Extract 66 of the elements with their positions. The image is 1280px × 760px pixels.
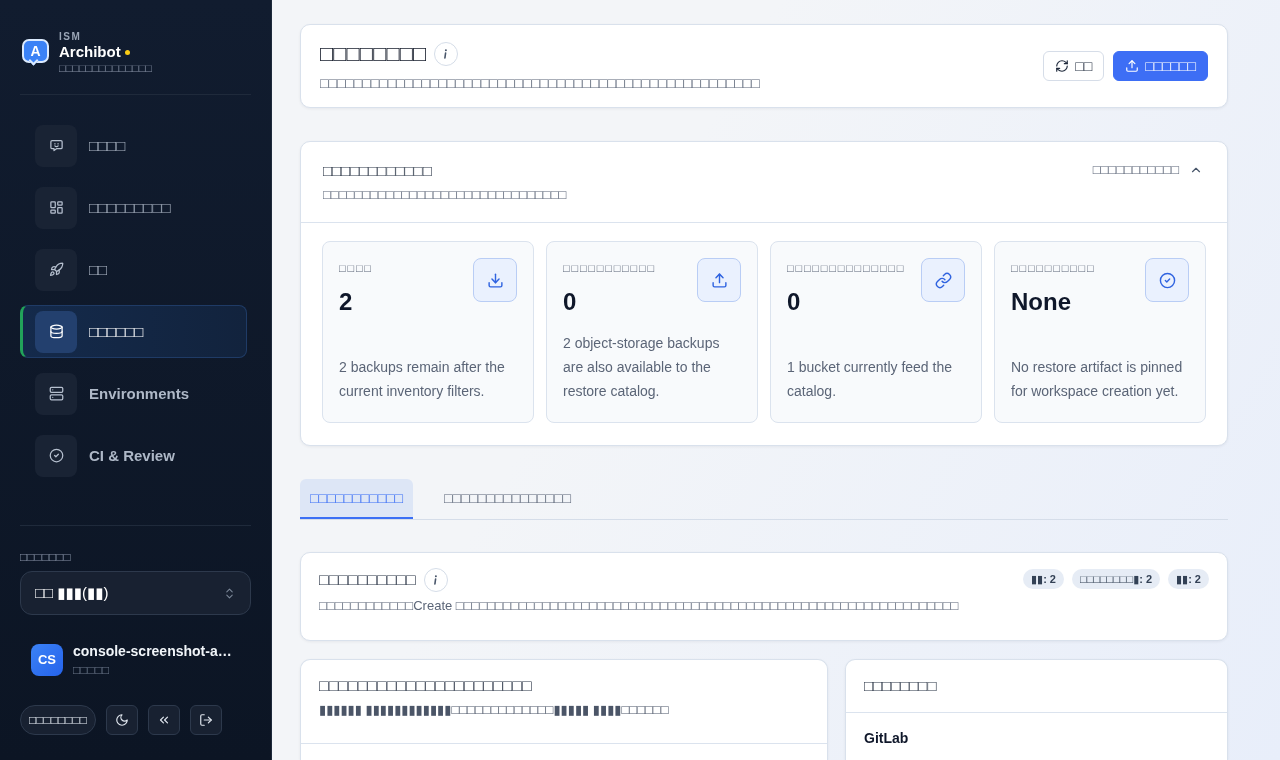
stat-label: □□□□: [339, 261, 373, 275]
chevrons-up-down-icon: [223, 586, 236, 600]
count-badge: □□□□□□□□▮: 2: [1072, 569, 1161, 589]
chat-icon: [35, 124, 77, 167]
stat-description: 2 object-storage backups are also available to the restore catalog.: [563, 334, 721, 401]
grid-icon: [35, 186, 77, 229]
status-dot-icon: [124, 49, 130, 55]
panel-title: □□□□□□□□□□□□□□□□□□□□□□: [319, 676, 532, 696]
link-icon: [921, 258, 965, 302]
source-name: GitLab: [864, 730, 909, 746]
page-title: □□□□□□□□: [320, 40, 427, 68]
collapse-toggle[interactable]: □□□□□□□□□□□: [1092, 161, 1203, 179]
stat-description: 1 bucket currently feed the catalog.: [787, 358, 953, 401]
upload-icon: [1125, 59, 1140, 73]
theme-button[interactable]: [106, 705, 138, 735]
refresh-icon: [1055, 59, 1070, 73]
workspace-select[interactable]: □□ ▮▮▮(▮▮): [20, 571, 251, 615]
panel-subtitle: ▮▮▮▮▮▮ ▮▮▮▮▮▮▮▮▮▮▮▮□□□□□□□□□□□□□▮▮▮▮▮ ▮▮▮▮□□□□□□: [319, 701, 669, 719]
nav-item[interactable]: □□□□□□□□□: [20, 181, 247, 234]
brand-name: Archibot: [59, 43, 121, 61]
brand-tagline: □□□□□□□□□□□□□□: [59, 61, 153, 75]
app-logo: A: [22, 38, 49, 68]
collapse-sidebar-button[interactable]: [148, 705, 180, 735]
stat-value: 0: [563, 287, 577, 317]
user-name: console-screenshot-a…: [73, 642, 232, 660]
tab[interactable]: □□□□□□□□□□□□□□□: [434, 479, 581, 519]
stat-label: □□□□□□□□□□□: [563, 261, 656, 275]
nav-item[interactable]: □□□□: [20, 119, 247, 172]
info-icon[interactable]: [434, 42, 459, 66]
stat-value: 0: [787, 287, 801, 317]
count-badge: ▮▮: 2: [1168, 569, 1209, 589]
user-avatar: CS: [31, 644, 63, 676]
nav-item[interactable]: CI & Review: [20, 429, 247, 482]
tab[interactable]: □□□□□□□□□□□: [300, 479, 414, 519]
logout-button[interactable]: [190, 705, 222, 735]
stat-value: 2: [339, 287, 353, 317]
panel-title: □□□□□□□□: [864, 676, 937, 696]
rocket-icon: [35, 248, 77, 291]
moon-icon: [115, 713, 129, 727]
stat-description: No restore artifact is pinned for workspace creation yet.: [1011, 358, 1184, 401]
language-button[interactable]: □□□□□□□□: [20, 705, 96, 735]
page-subtitle: □□□□□□□□□□□□□□□□□□□□□□□□□□□□□□□□□□□□□□□□□□□□□□□□□□□□: [320, 74, 760, 93]
panel-title: □□□□□□□□□□: [319, 570, 416, 590]
section-subtitle: □□□□□□□□□□□□□□□□□□□□□□□□□□□□□□□: [323, 186, 567, 204]
stat-value: None: [1011, 287, 1071, 317]
brand-overline: ISM: [59, 31, 83, 43]
nav-item[interactable]: □□: [20, 243, 247, 296]
workspace-label: □□□□□□□: [20, 550, 71, 564]
nav-item[interactable]: Environments: [20, 367, 247, 420]
stat-label: □□□□□□□□□□□□□□: [787, 261, 906, 275]
refresh-button[interactable]: □□: [1043, 51, 1105, 81]
stat-label: □□□□□□□□□□: [1011, 261, 1096, 275]
section-title: □□□□□□□□□□□□: [323, 161, 432, 181]
nav-item[interactable]: □□□□□□: [20, 305, 247, 358]
stat-description: 2 backups remain after the current inventory filters.: [339, 358, 506, 401]
server-icon: [35, 372, 77, 415]
info-icon[interactable]: [423, 568, 448, 592]
user-role: □□□□□: [73, 662, 110, 678]
database-icon: [35, 310, 77, 353]
chevrons-left-icon: [157, 713, 171, 727]
upload-icon: [697, 258, 741, 302]
download-icon: [473, 258, 517, 302]
panel-description: □□□□□□□□□□□□Create □□□□□□□□□□□□□□□□□□□□□□□□□□□□□□□□□□□□□□□□□□□□□□□□□□□□□□□□□□□□□□□□: [319, 597, 959, 615]
upload-button[interactable]: □□□□□□: [1113, 51, 1208, 81]
logout-icon: [199, 713, 213, 727]
count-badge: ▮▮: 2: [1023, 569, 1064, 589]
